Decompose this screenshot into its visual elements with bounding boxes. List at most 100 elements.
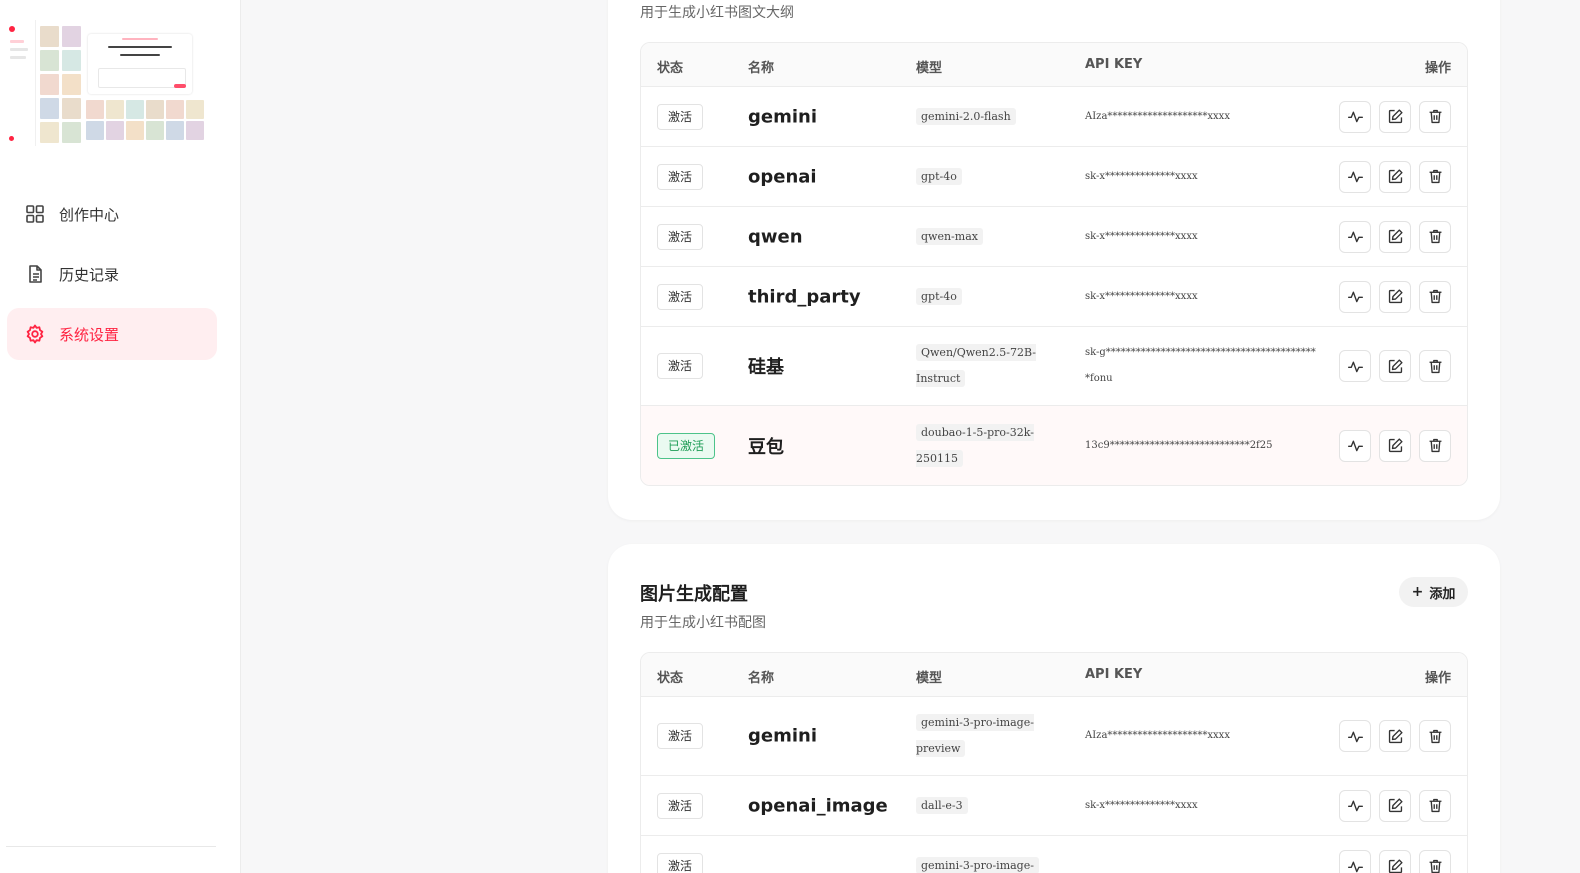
trash-icon xyxy=(1427,168,1444,185)
thumbnail-tile xyxy=(40,122,59,143)
edit-icon xyxy=(1387,288,1404,305)
model-tag: dall-e-3 xyxy=(916,796,968,814)
header-name: 名称 xyxy=(748,671,775,686)
image-generation-card: 图片生成配置 + 添加 用于生成小红书配图 状态 名称 模型 API KEY 操… xyxy=(608,544,1500,873)
test-button[interactable] xyxy=(1339,720,1371,752)
model-cell: gpt-4o xyxy=(916,284,1056,310)
thumbnail-tile xyxy=(166,121,184,140)
thumbnail-tile xyxy=(40,26,59,47)
delete-button[interactable] xyxy=(1419,280,1451,313)
edit-button[interactable] xyxy=(1379,720,1411,752)
table-row: 激活 third_party gpt-4o sk-x**************xxx… xyxy=(641,267,1467,327)
pulse-icon xyxy=(1347,168,1364,185)
thumbnail-tile xyxy=(62,122,81,143)
test-button[interactable] xyxy=(1339,100,1371,133)
model-tag: gemini-2.0-flash xyxy=(916,107,1016,125)
edit-button[interactable] xyxy=(1379,280,1411,313)
row-actions xyxy=(1339,789,1451,822)
api-key-cell: AIza********************xxxx xyxy=(1085,730,1230,741)
test-button[interactable] xyxy=(1339,350,1371,382)
trash-icon xyxy=(1427,728,1444,745)
delete-button[interactable] xyxy=(1419,220,1451,253)
thumbnail-card xyxy=(88,34,192,94)
api-key-cell: sk-g************************************… xyxy=(1085,347,1316,384)
model-tag: gemini-3-pro-image- xyxy=(916,857,1039,873)
pulse-icon xyxy=(1347,108,1364,125)
edit-icon xyxy=(1387,437,1404,454)
status-badge[interactable]: 激活 xyxy=(657,283,704,310)
header-name: 名称 xyxy=(748,61,775,76)
status-badge[interactable]: 激活 xyxy=(657,223,704,250)
status-cell: 激活 xyxy=(657,163,704,190)
delete-button[interactable] xyxy=(1419,720,1451,752)
provider-name: 豆包 xyxy=(748,436,784,458)
thumbnail-logo xyxy=(9,26,15,32)
trash-icon xyxy=(1427,228,1444,245)
status-badge[interactable]: 激活 xyxy=(657,163,704,190)
sidebar-item-label: 系统设置 xyxy=(59,325,120,344)
delete-button[interactable] xyxy=(1419,100,1451,133)
thumbnail-tile xyxy=(126,100,144,119)
delete-button[interactable] xyxy=(1419,850,1451,873)
edit-button[interactable] xyxy=(1379,429,1411,462)
model-tag: Qwen/Qwen2.5-72B-Instruct xyxy=(916,344,1036,387)
text-generation-card: 用于生成小红书图文大纲 状态 名称 模型 API KEY 操作 激活 gemini… xyxy=(608,0,1500,520)
api-key-cell: 13c9****************************2f25 xyxy=(1085,439,1273,451)
pulse-icon xyxy=(1347,858,1364,873)
thumbnail-dot xyxy=(9,136,14,141)
api-key-cell: sk-x**************xxxx xyxy=(1085,799,1198,811)
grid-icon xyxy=(25,204,45,224)
table-row: 激活 qwen qwen-max sk-x**************xxxx xyxy=(641,207,1467,267)
provider-name: qwen xyxy=(748,226,803,247)
preview-thumbnail[interactable] xyxy=(6,20,208,146)
test-button[interactable] xyxy=(1339,220,1371,253)
sidebar-item-history[interactable]: 历史记录 xyxy=(7,248,217,300)
model-tag: gpt-4o xyxy=(916,167,962,185)
model-cell: gemini-2.0-flash xyxy=(916,104,1056,130)
sidebar-item-settings[interactable]: 系统设置 xyxy=(7,308,217,360)
thumbnail-tile xyxy=(86,100,104,119)
delete-button[interactable] xyxy=(1419,160,1451,193)
thumbnail-tile xyxy=(40,74,59,95)
edit-icon xyxy=(1387,797,1404,814)
thumbnail-tile xyxy=(86,121,104,140)
row-actions xyxy=(1339,220,1451,253)
table-row: 激活 gemini gemini-3-pro-image-preview AIza**… xyxy=(641,697,1467,776)
edit-button[interactable] xyxy=(1379,160,1411,193)
status-badge[interactable]: 激活 xyxy=(657,103,704,130)
delete-button[interactable] xyxy=(1419,789,1451,822)
delete-button[interactable] xyxy=(1419,350,1451,382)
delete-button[interactable] xyxy=(1419,429,1451,462)
provider-name: gemini xyxy=(748,725,818,747)
pulse-icon xyxy=(1347,288,1364,305)
sidebar-divider xyxy=(6,846,216,847)
test-button[interactable] xyxy=(1339,850,1371,873)
edit-button[interactable] xyxy=(1379,220,1411,253)
test-button[interactable] xyxy=(1339,280,1371,313)
test-button[interactable] xyxy=(1339,429,1371,462)
status-badge[interactable]: 激活 xyxy=(657,853,704,873)
sidebar-item-creation-center[interactable]: 创作中心 xyxy=(7,188,217,240)
add-button[interactable]: + 添加 xyxy=(1399,577,1468,607)
status-badge[interactable]: 激活 xyxy=(657,353,704,379)
pulse-icon xyxy=(1347,228,1364,245)
image-provider-table: 状态 名称 模型 API KEY 操作 激活 gemini gemini-3-pro… xyxy=(640,652,1468,873)
document-icon xyxy=(25,264,45,284)
thumbnail-tile xyxy=(146,100,164,119)
header-api-key: API KEY xyxy=(1085,57,1143,72)
status-badge[interactable]: 已激活 xyxy=(657,432,716,459)
edit-button[interactable] xyxy=(1379,850,1411,873)
test-button[interactable] xyxy=(1339,160,1371,193)
status-cell: 激活 xyxy=(657,723,704,749)
edit-button[interactable] xyxy=(1379,350,1411,382)
status-badge[interactable]: 激活 xyxy=(657,792,704,819)
status-badge[interactable]: 激活 xyxy=(657,723,704,749)
edit-button[interactable] xyxy=(1379,100,1411,133)
add-button-label: 添加 xyxy=(1429,586,1456,602)
edit-button[interactable] xyxy=(1379,789,1411,822)
sidebar-nav: 创作中心 历史记录 系统设置 xyxy=(7,188,217,368)
provider-name: 硅基 xyxy=(748,357,784,378)
edit-icon xyxy=(1387,108,1404,125)
test-button[interactable] xyxy=(1339,789,1371,822)
header-ops: 操作 xyxy=(1424,671,1451,686)
